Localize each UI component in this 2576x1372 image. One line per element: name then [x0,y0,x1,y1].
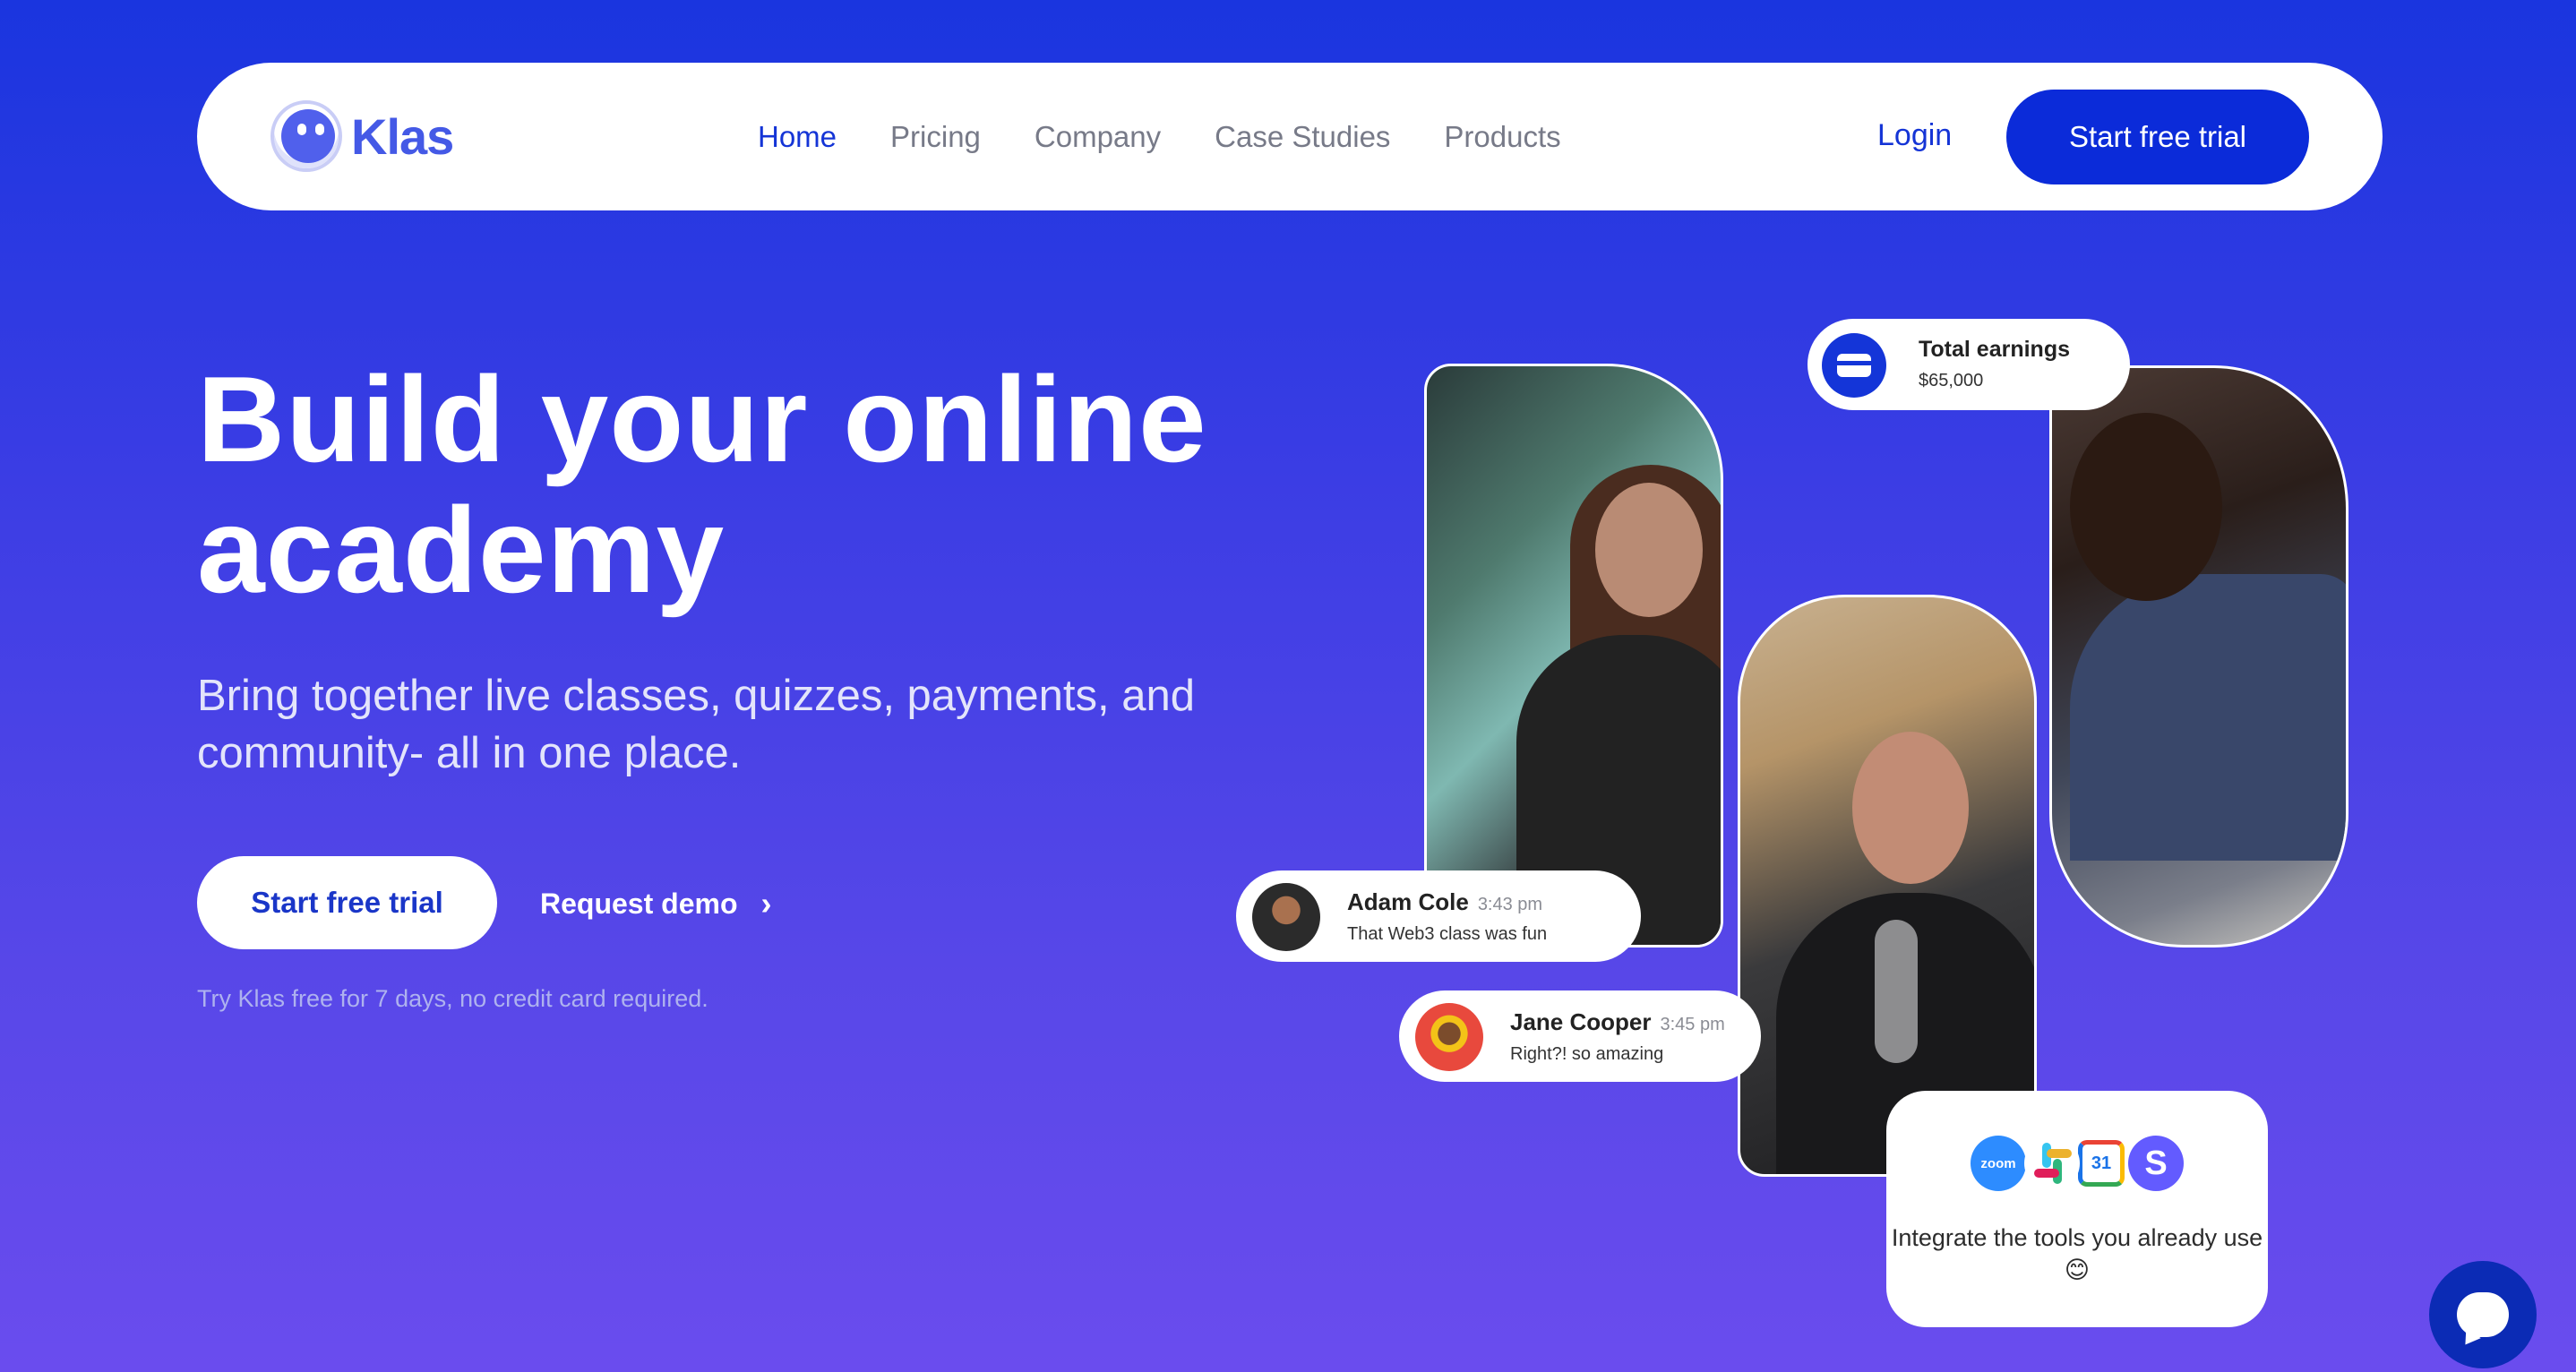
request-demo-label: Request demo [540,887,738,920]
chat-support-button[interactable] [2429,1261,2537,1368]
navbar: Klas Home Pricing Company Case Studies P… [197,63,2383,210]
instructor-photo-podcaster [1738,595,2037,1177]
chat-time: 3:43 pm [1477,895,1543,914]
stripe-icon: S [2128,1136,2184,1191]
chat-message-card: Adam Cole 3:43 pm That Web3 class was fun [1236,870,1641,962]
chat-message-text: That Web3 class was fun [1347,924,1548,944]
integrations-card: zoom 31 S Integrate the tools you alread… [1886,1091,2268,1327]
nav-link-home[interactable]: Home [758,120,837,154]
chat-bubble-icon [2457,1292,2509,1337]
logo-mark-icon [270,100,342,172]
trial-hint: Try Klas free for 7 days, no credit card… [197,985,708,1012]
nav-links: Home Pricing Company Case Studies Produc… [758,63,1615,210]
zoom-icon: zoom [1971,1136,2026,1191]
nav-link-products[interactable]: Products [1444,120,1560,154]
chat-message-text: Right?! so amazing [1510,1044,1664,1064]
earnings-card: Total earnings $65,000 [1807,319,2130,410]
hero-start-trial-button[interactable]: Start free trial [197,856,497,949]
slack-icon [2024,1136,2080,1191]
login-link[interactable]: Login [1877,118,1952,153]
nav-link-company[interactable]: Company [1035,120,1161,154]
instructor-photo-woman [1424,364,1723,948]
avatar [1415,1003,1483,1071]
chat-author: Jane Cooper 3:45 pm [1510,1008,1725,1036]
integrations-text: Integrate the tools you already use 😊 [1891,1224,2263,1283]
earnings-value: $65,000 [1919,371,1984,390]
wallet-icon [1822,333,1886,398]
nav-link-case-studies[interactable]: Case Studies [1215,120,1390,154]
hero-subtitle: Bring together live classes, quizzes, pa… [197,672,1195,777]
student-photo-headphones [2049,365,2348,948]
chat-author-name: Jane Cooper [1510,1008,1652,1035]
chat-time: 3:45 pm [1660,1015,1725,1034]
integration-logos: zoom 31 S [1971,1136,2184,1191]
chevron-right-icon: › [760,885,772,922]
google-calendar-icon: 31 [2078,1140,2125,1187]
chat-message-card: Jane Cooper 3:45 pm Right?! so amazing [1399,990,1761,1082]
logo[interactable]: Klas [270,100,454,172]
nav-start-trial-button[interactable]: Start free trial [2006,90,2309,184]
chat-author-name: Adam Cole [1347,888,1469,915]
request-demo-link[interactable]: Request demo › [540,885,771,922]
chat-author: Adam Cole 3:43 pm [1347,888,1542,916]
avatar [1252,883,1320,951]
hero-title-line2: academy [197,482,726,618]
hero-title: Build your online academy [197,354,1361,615]
earnings-title: Total earnings [1919,337,2071,362]
logo-text: Klas [351,107,454,165]
nav-link-pricing[interactable]: Pricing [890,120,981,154]
hero-title-line1: Build your online [197,351,1207,487]
